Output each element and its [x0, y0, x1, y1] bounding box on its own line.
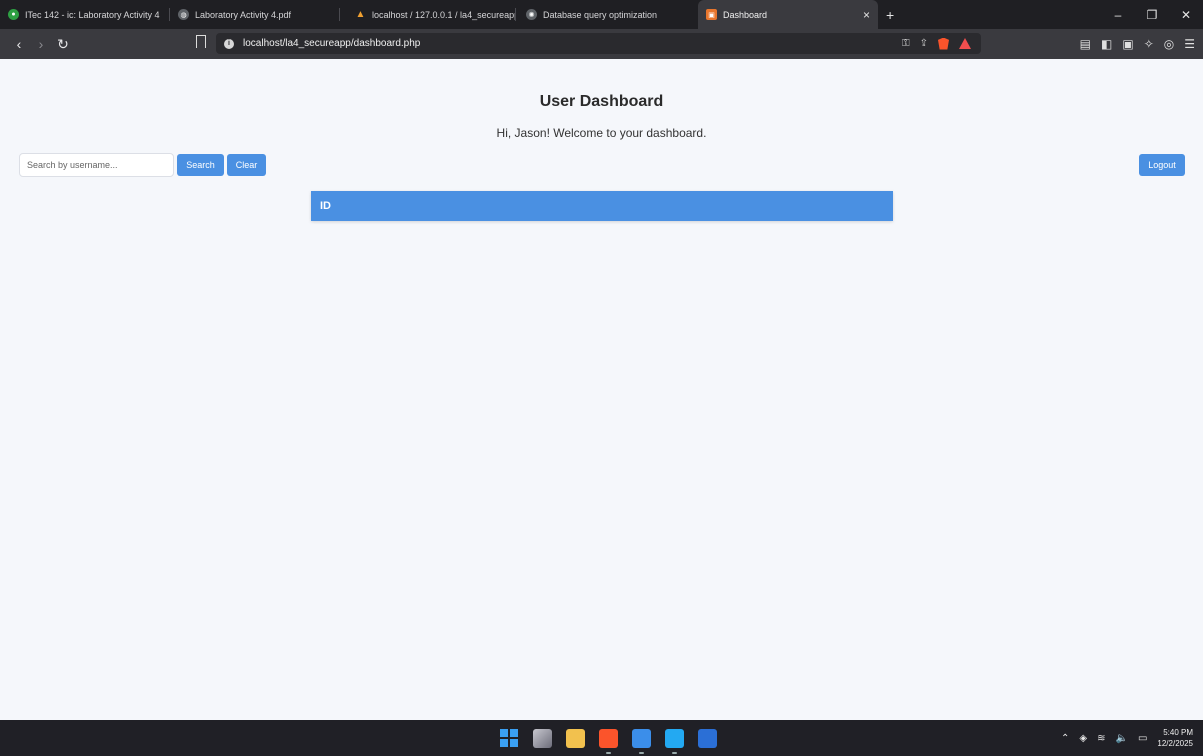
- tab-title: Laboratory Activity 4.pdf: [195, 9, 292, 20]
- phpmyadmin-icon: ▲: [355, 9, 366, 20]
- tab-title: Database query optimization: [543, 9, 658, 20]
- sidebar-icon[interactable]: ◧: [1101, 37, 1112, 51]
- windows-taskbar: ⌃ ◈ ≋ 🔈 ▭ 5:40 PM 12/2/2025: [0, 720, 1203, 756]
- tab-title: ITec 142 - ic: Laboratory Activity 4: [25, 9, 160, 20]
- restore-icon[interactable]: ❐: [1135, 8, 1169, 22]
- globe-icon: ●: [8, 9, 19, 20]
- brave-shields-icon[interactable]: [938, 37, 949, 50]
- reader-icon[interactable]: ▤: [1080, 37, 1091, 51]
- key-icon[interactable]: ⚿: [902, 38, 910, 49]
- volume-icon[interactable]: 🔈: [1116, 733, 1128, 744]
- menu-icon[interactable]: ☰: [1184, 37, 1195, 51]
- browser-tab-itec[interactable]: ● ITec 142 - ic: Laboratory Activity 4: [0, 0, 170, 29]
- vscode-icon[interactable]: [665, 728, 684, 754]
- vpn-icon[interactable]: ◎: [1164, 37, 1174, 51]
- address-bar[interactable]: i localhost/la4_secureapp/dashboard.php …: [216, 33, 981, 54]
- table-header-row: ID: [311, 191, 893, 221]
- search-input[interactable]: [19, 153, 174, 177]
- page-icon: ▣: [706, 9, 717, 20]
- browser-tab-phpmyadmin[interactable]: ▲ localhost / 127.0.0.1 / la4_secureapp: [340, 0, 516, 29]
- site-info-icon[interactable]: i: [224, 38, 234, 49]
- toolbar-actions: ▤ ◧ ▣ ✧ ◎ ☰: [1080, 29, 1195, 59]
- globe-icon: ◍: [178, 9, 189, 20]
- minimize-icon[interactable]: –: [1101, 8, 1135, 22]
- users-table: ID: [311, 191, 893, 221]
- close-window-icon[interactable]: ✕: [1169, 8, 1203, 22]
- url-text: localhost/la4_secureapp/dashboard.php: [243, 38, 421, 49]
- new-tab-button[interactable]: +: [886, 7, 894, 23]
- back-icon[interactable]: ‹: [8, 36, 30, 52]
- chevron-up-icon[interactable]: ⌃: [1061, 733, 1069, 744]
- window-controls: – ❐ ✕: [1101, 0, 1203, 29]
- forward-icon[interactable]: ›: [30, 36, 52, 52]
- browser-tab-dashboard[interactable]: ▣ Dashboard ×: [698, 0, 878, 29]
- share-icon[interactable]: ⇪: [920, 38, 928, 49]
- browser-tab-pdf[interactable]: ◍ Laboratory Activity 4.pdf: [170, 0, 340, 29]
- file-explorer-icon[interactable]: [566, 728, 585, 748]
- clock-time: 5:40 PM: [1163, 728, 1193, 737]
- windows-start-icon[interactable]: [500, 728, 519, 748]
- browser-tab-db-query[interactable]: ✺ Database query optimization: [516, 0, 688, 29]
- tab-title: localhost / 127.0.0.1 / la4_secureapp: [372, 9, 516, 20]
- brave-rewards-icon[interactable]: [959, 38, 971, 49]
- welcome-message: Hi, Jason! Welcome to your dashboard.: [496, 126, 707, 140]
- leo-ai-icon[interactable]: ✧: [1144, 37, 1154, 51]
- wallet-icon[interactable]: ▣: [1122, 37, 1133, 51]
- clock[interactable]: 5:40 PM 12/2/2025: [1157, 727, 1193, 749]
- clock-date: 12/2/2025: [1157, 739, 1193, 748]
- task-view-icon[interactable]: [533, 728, 552, 748]
- logout-button[interactable]: Logout: [1139, 154, 1185, 176]
- page-title: User Dashboard: [539, 93, 664, 110]
- bookmark-icon[interactable]: [196, 35, 206, 48]
- close-tab-icon[interactable]: ×: [863, 8, 870, 22]
- tab-title: Dashboard: [723, 9, 768, 20]
- word-icon[interactable]: [698, 728, 717, 748]
- reload-icon[interactable]: ↻: [52, 36, 74, 53]
- clear-button[interactable]: Clear: [227, 154, 266, 176]
- system-tray: ⌃ ◈ ≋ 🔈 ▭ 5:40 PM 12/2/2025: [1061, 720, 1193, 756]
- battery-icon[interactable]: ▭: [1138, 733, 1147, 744]
- openai-icon: ✺: [526, 9, 537, 20]
- notepad-icon[interactable]: [632, 728, 651, 754]
- wifi-icon[interactable]: ≋: [1097, 733, 1105, 744]
- brave-browser-icon[interactable]: [599, 728, 618, 754]
- search-button[interactable]: Search: [177, 154, 224, 176]
- column-header-id: ID: [320, 200, 331, 212]
- copilot-icon[interactable]: ◈: [1079, 733, 1087, 744]
- browser-tab-strip: ● ITec 142 - ic: Laboratory Activity 4 ◍…: [0, 0, 1203, 29]
